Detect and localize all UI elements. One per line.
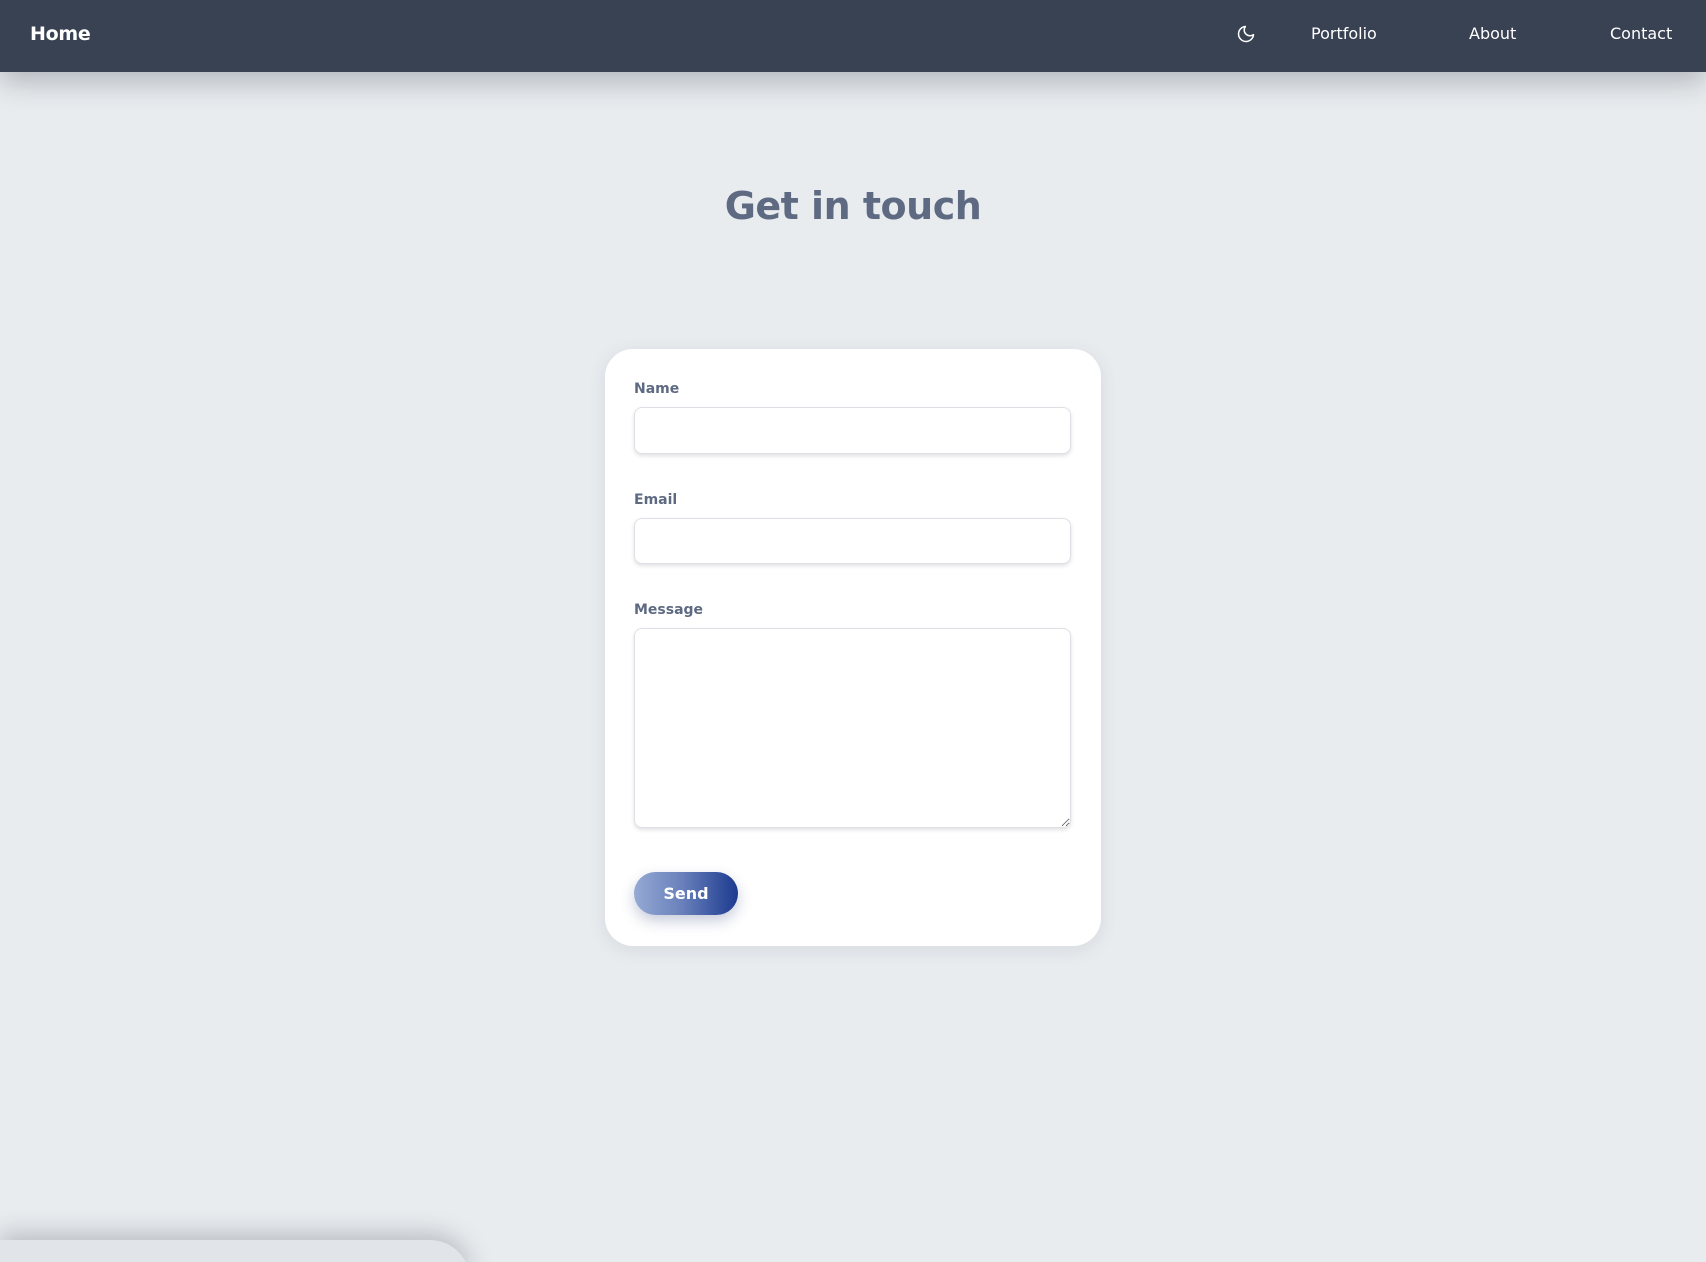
nav-home-link[interactable]: Home: [30, 0, 91, 72]
nav-about-link[interactable]: About: [1469, 0, 1516, 72]
page-title: Get in touch: [724, 184, 982, 228]
top-navbar: Home Portfolio About Contact: [0, 0, 1706, 72]
nav-portfolio-link[interactable]: Portfolio: [1311, 0, 1377, 72]
contact-form-card: Name Email Message Send: [605, 349, 1101, 946]
bottom-panel-edge: [0, 1240, 470, 1262]
email-input[interactable]: [634, 518, 1071, 564]
name-input[interactable]: [634, 407, 1071, 454]
message-textarea[interactable]: [634, 628, 1071, 828]
email-label: Email: [634, 492, 678, 508]
name-label: Name: [634, 381, 680, 397]
theme-toggle-button[interactable]: [1234, 22, 1258, 46]
send-button[interactable]: Send: [634, 872, 738, 915]
message-label: Message: [634, 602, 704, 618]
nav-contact-link[interactable]: Contact: [1610, 0, 1672, 72]
moon-icon: [1237, 25, 1255, 43]
